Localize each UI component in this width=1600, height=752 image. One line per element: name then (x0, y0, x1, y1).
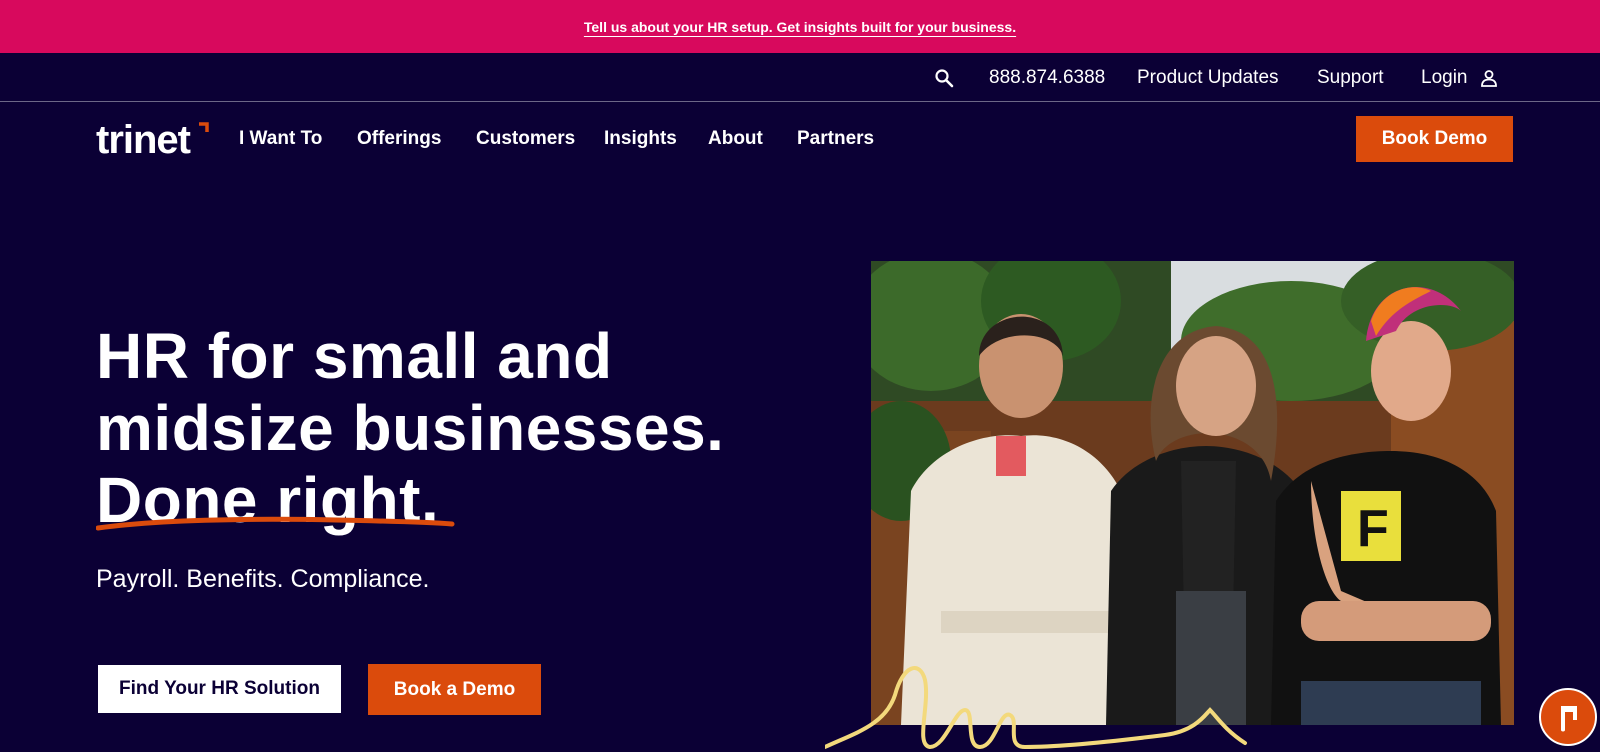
nav-about[interactable]: About (708, 128, 763, 150)
announcement-link[interactable]: Tell us about your HR setup. Get insight… (584, 19, 1016, 35)
svg-text:F: F (1357, 500, 1389, 558)
book-demo-button[interactable]: Book Demo (1356, 116, 1513, 162)
nav-offerings[interactable]: Offerings (357, 128, 441, 150)
decorative-squiggle (825, 666, 1247, 750)
utility-bar: 888.874.6388 Product Updates Support Log… (0, 53, 1600, 102)
find-hr-solution-button[interactable]: Find Your HR Solution (98, 665, 341, 713)
support-link[interactable]: Support (1317, 53, 1384, 102)
hero-underline-decoration (96, 516, 455, 531)
hero-subtitle: Payroll. Benefits. Compliance. (96, 565, 430, 593)
nav-insights[interactable]: Insights (604, 128, 677, 150)
announcement-bar: Tell us about your HR setup. Get insight… (0, 0, 1600, 53)
nav-customers[interactable]: Customers (476, 128, 575, 150)
hero-title-line-2: midsize businesses. (96, 392, 725, 464)
chat-widget-button[interactable] (1539, 688, 1597, 746)
nav-i-want-to[interactable]: I Want To (239, 128, 322, 150)
phone-link[interactable]: 888.874.6388 (989, 53, 1105, 102)
nav-partners[interactable]: Partners (797, 128, 874, 150)
trinet-logo[interactable]: trinet (96, 118, 210, 162)
search-button[interactable] (934, 53, 954, 102)
logo-wordmark: trinet (96, 118, 191, 158)
book-a-demo-button[interactable]: Book a Demo (368, 664, 541, 715)
login-link[interactable]: Login (1421, 53, 1498, 102)
product-updates-link[interactable]: Product Updates (1137, 53, 1279, 102)
trinet-chat-icon (1561, 706, 1577, 732)
user-icon (1480, 69, 1497, 87)
login-label: Login (1421, 66, 1468, 88)
hero-title-line-1: HR for small and (96, 320, 613, 392)
hero-title: HR for small and midsize businesses. Don… (96, 320, 796, 536)
search-icon (935, 68, 954, 87)
